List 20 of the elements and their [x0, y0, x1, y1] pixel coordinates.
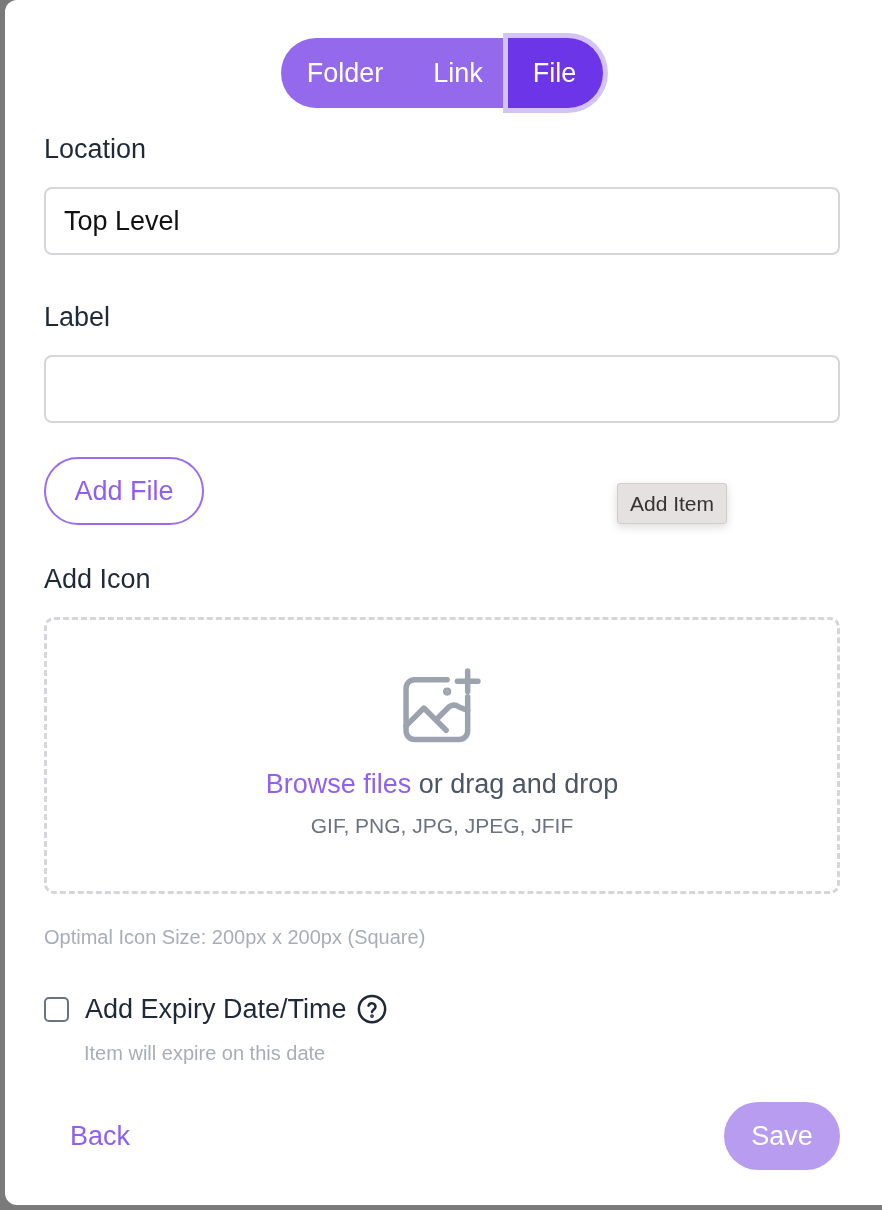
drop-zone[interactable]: Browse files or drag and drop GIF, PNG, JPG, JPEG, JFIF — [44, 617, 840, 894]
tooltip: Add Item — [617, 483, 728, 524]
field-label: Add Icon — [44, 563, 152, 596]
field-label: Location — [44, 133, 148, 166]
tab[interactable]: Folder — [280, 38, 409, 108]
help-icon[interactable] — [356, 994, 387, 1024]
upload-prompt: Browse files or drag and drop — [265, 768, 619, 801]
back-button[interactable]: Back — [58, 1110, 143, 1162]
checkbox[interactable] — [44, 996, 69, 1022]
checkbox-label: Add Expiry Date/Time — [85, 993, 347, 1025]
size-hint: Optimal Icon Size: 200px x 200px (Square) — [44, 925, 427, 949]
field-label: Label — [44, 301, 112, 334]
browse-files-link[interactable]: Browse files — [265, 769, 412, 799]
tab[interactable]: Link — [408, 38, 508, 108]
expiry-hint: Item will expire on this date — [84, 1041, 327, 1066]
text-field[interactable] — [44, 355, 840, 423]
file-formats: GIF, PNG, JPG, JPEG, JFIF — [310, 813, 574, 839]
add-file-button[interactable]: Add File — [44, 457, 204, 525]
image-plus-icon — [403, 668, 481, 744]
text-field[interactable]: Top Level — [44, 187, 840, 255]
